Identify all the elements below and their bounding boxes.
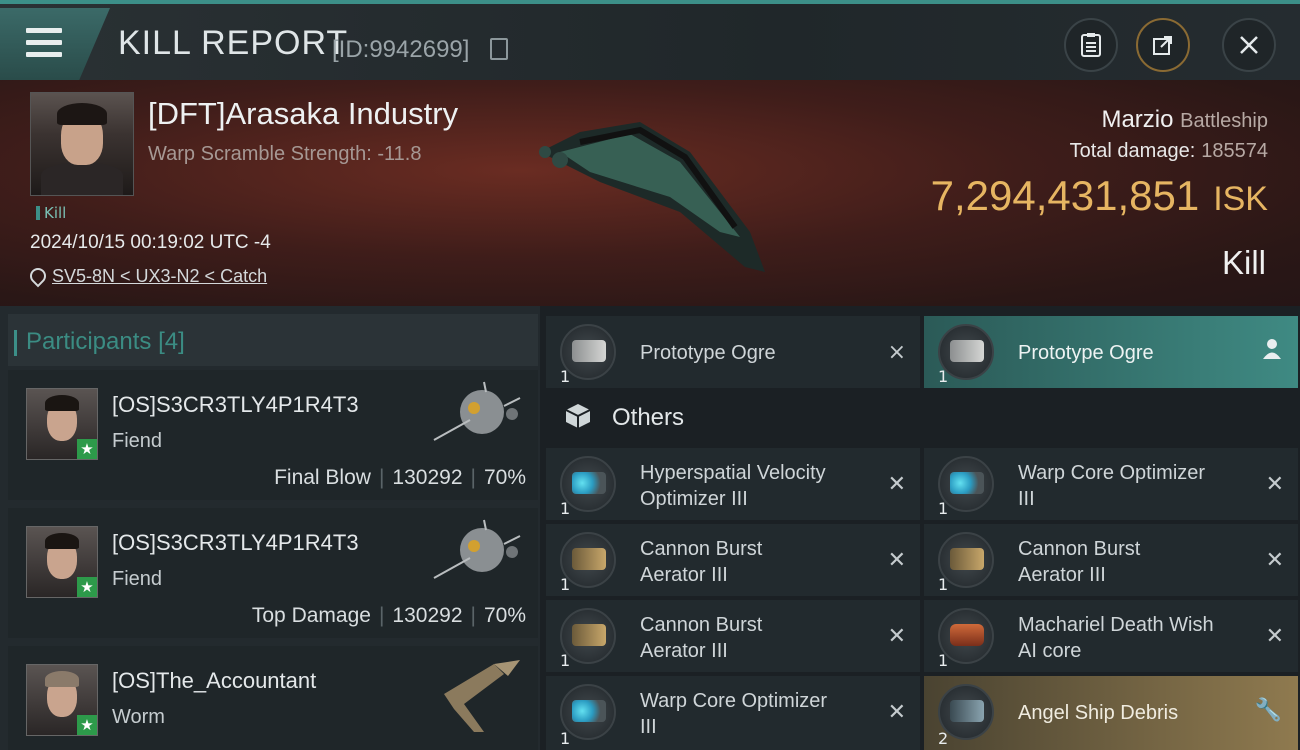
item-name: Machariel Death Wish AI core <box>1018 614 1214 662</box>
close-icon <box>1240 36 1258 54</box>
list-item[interactable]: 1 Prototype Ogre <box>924 316 1298 388</box>
close-icon[interactable]: ✕ <box>888 700 906 725</box>
list-item[interactable]: 1 Prototype Ogre × <box>546 316 920 388</box>
participant-ship: Worm <box>112 706 165 728</box>
star-icon: ★ <box>77 577 97 597</box>
item-quantity: 1 <box>560 651 571 670</box>
kill-datetime: 2024/10/15 00:19:02 UTC -4 <box>30 232 271 253</box>
avatar: ★ <box>26 388 98 460</box>
item-quantity: 1 <box>560 499 571 518</box>
close-icon[interactable]: ✕ <box>1266 472 1284 497</box>
participants-panel: Participants [4] ★ [OS]S3CR3TLY4P1R4T3 F… <box>0 306 540 750</box>
list-item[interactable]: 2 Angel Ship Debris 🔧 <box>924 676 1298 750</box>
share-button[interactable] <box>1136 18 1190 72</box>
item-quantity: 2 <box>938 729 949 748</box>
menu-button[interactable] <box>0 8 110 80</box>
list-item[interactable]: 1 Cannon Burst Aerator III ✕ <box>546 524 920 596</box>
victim-subtitle: Warp Scramble Strength: -11.8 <box>148 143 422 165</box>
participant-ship-image <box>433 519 521 579</box>
participant-stats: Final Blow | 130292 | 70% <box>274 466 526 489</box>
participant-name: [OS]S3CR3TLY4P1R4T3 <box>112 530 359 555</box>
victim-portrait[interactable] <box>30 92 134 196</box>
participant-name: [OS]The_Accountant <box>112 668 317 693</box>
close-icon[interactable]: ✕ <box>888 472 906 497</box>
participant-ship-image <box>433 381 521 441</box>
item-quantity: 1 <box>938 367 949 386</box>
close-icon[interactable]: ✕ <box>1266 624 1284 649</box>
item-name: Warp Core Optimizer III <box>1018 462 1206 510</box>
item-name: Cannon Burst Aerator III <box>640 614 763 662</box>
item-quantity: 1 <box>560 367 571 386</box>
menu-icon <box>26 28 62 58</box>
clipboard-icon <box>1081 33 1101 57</box>
participant-ship: Fiend <box>112 430 163 452</box>
item-quantity: 1 <box>938 499 949 518</box>
participant-stats: Top Damage | 130292 | 70% <box>251 604 526 627</box>
item-quantity: 1 <box>938 575 949 594</box>
list-item[interactable]: 1 Cannon Burst Aerator III ✕ <box>546 600 920 672</box>
close-icon[interactable]: ✕ <box>888 548 906 573</box>
cube-icon <box>565 404 591 428</box>
star-icon: ★ <box>77 439 97 459</box>
participants-title: Participants [4] <box>14 328 185 356</box>
participant-name: [OS]S3CR3TLY4P1R4T3 <box>112 392 359 417</box>
avatar: ★ <box>26 664 98 736</box>
result-label: Kill <box>1221 244 1266 281</box>
participant-row[interactable]: ★ [OS]The_Accountant Worm <box>8 646 538 750</box>
report-id: [ID:9942699] <box>332 36 470 63</box>
top-attacker: Marzio Battleship <box>1101 106 1268 133</box>
others-section-header: Others <box>546 392 1298 446</box>
star-icon: ★ <box>77 715 97 735</box>
list-item[interactable]: 1 Machariel Death Wish AI core ✕ <box>924 600 1298 672</box>
others-label: Others <box>612 404 685 431</box>
victim-name[interactable]: [DFT]Arasaka Industry <box>148 96 458 132</box>
person-icon[interactable] <box>1262 338 1282 360</box>
top-bar: KILL REPORT [ID:9942699] <box>0 0 1300 80</box>
clipboard-button[interactable] <box>1064 18 1118 72</box>
item-name: Hyperspatial Velocity Optimizer III <box>640 462 826 510</box>
participant-ship-image <box>444 660 520 732</box>
participant-row[interactable]: ★ [OS]S3CR3TLY4P1R4T3 Fiend Top Damage | 1… <box>8 508 538 638</box>
list-item[interactable]: 1 Cannon Burst Aerator III ✕ <box>924 524 1298 596</box>
item-name: Cannon Burst Aerator III <box>1018 538 1141 586</box>
wrench-icon[interactable]: 🔧 <box>1255 698 1282 723</box>
item-name: Prototype Ogre <box>1018 342 1154 364</box>
close-button[interactable] <box>1222 18 1276 72</box>
item-name: Warp Core Optimizer III <box>640 690 828 738</box>
item-name: Angel Ship Debris <box>1018 702 1179 724</box>
item-quantity: 1 <box>560 729 571 748</box>
list-item[interactable]: 1 Hyperspatial Velocity Optimizer III ✕ <box>546 448 920 520</box>
close-icon[interactable]: ✕ <box>888 624 906 649</box>
participant-ship: Fiend <box>112 568 163 590</box>
item-quantity: 1 <box>938 651 949 670</box>
share-icon <box>1153 36 1172 55</box>
close-icon[interactable]: × <box>888 340 906 365</box>
item-name: Prototype Ogre <box>640 342 776 364</box>
victim-ship-image <box>539 122 765 272</box>
list-item[interactable]: 1 Warp Core Optimizer III ✕ <box>546 676 920 750</box>
list-item[interactable]: 1 Warp Core Optimizer III ✕ <box>924 448 1298 520</box>
close-icon[interactable]: ✕ <box>1266 548 1284 573</box>
participants-header[interactable]: Participants [4] <box>8 314 538 366</box>
participant-row[interactable]: ★ [OS]S3CR3TLY4P1R4T3 Fiend Final Blow | 1… <box>8 370 538 500</box>
item-name: Cannon Burst Aerator III <box>640 538 763 586</box>
total-damage: Total damage: 185574 <box>1069 140 1268 162</box>
page-title: KILL REPORT <box>118 24 349 62</box>
kill-tag: Kill <box>36 204 66 222</box>
isk-value: 7,294,431,851 ISK <box>930 172 1268 219</box>
copy-icon[interactable] <box>490 38 508 60</box>
item-quantity: 1 <box>560 575 571 594</box>
location-link[interactable]: SV5-8N < UX3-N2 < Catch <box>52 266 267 287</box>
avatar: ★ <box>26 526 98 598</box>
